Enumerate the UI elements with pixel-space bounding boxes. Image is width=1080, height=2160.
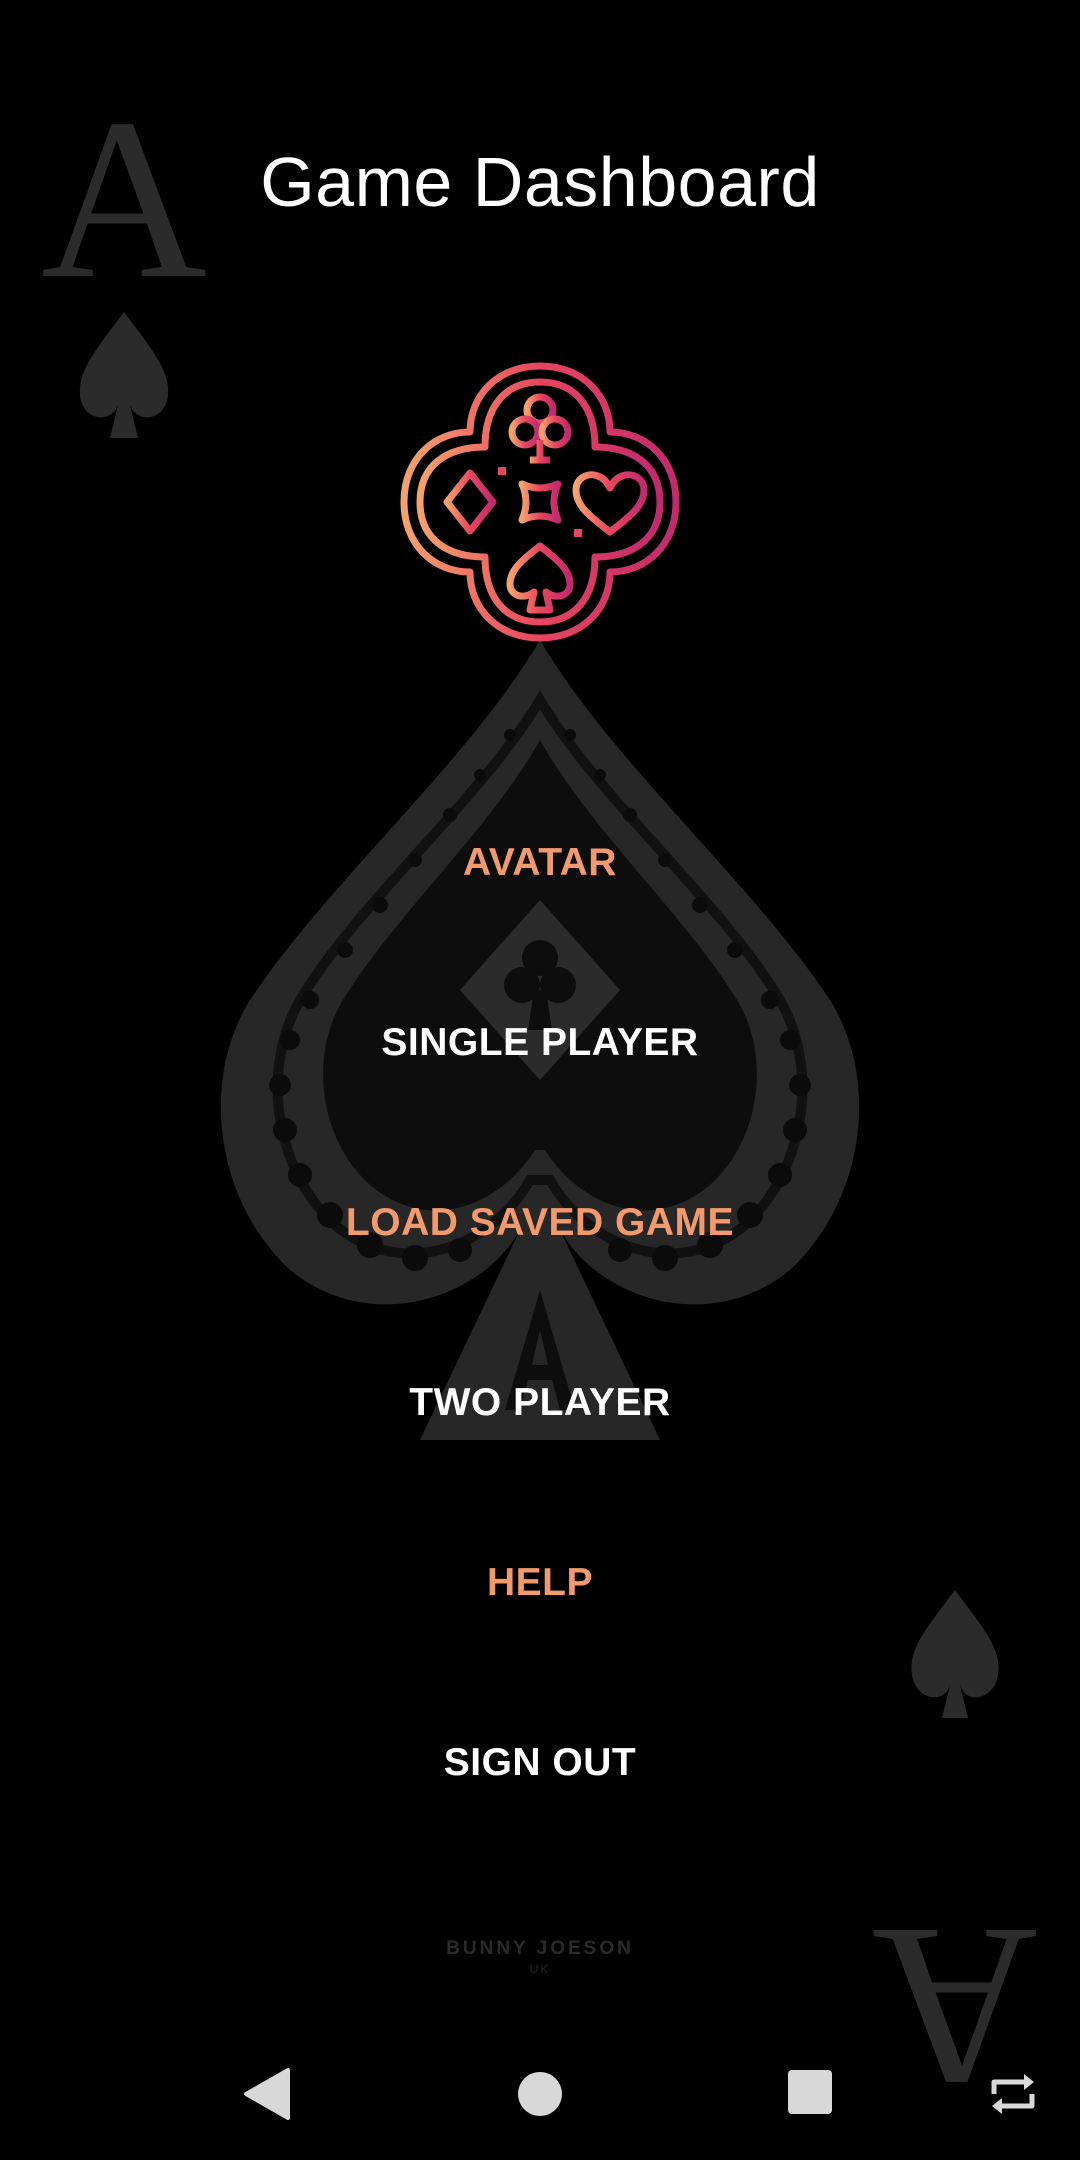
rotate-icon[interactable] [986,2068,1040,2120]
single-player-button[interactable]: SINGLE PLAYER [240,998,840,1088]
page-title: Game Dashboard [260,143,820,221]
home-icon[interactable] [512,2066,568,2122]
avatar-button[interactable]: AVATAR [240,818,840,908]
two-player-button[interactable]: TWO PLAYER [240,1358,840,1448]
recents-icon[interactable] [786,2068,834,2116]
card-watermark-sub: UK [529,1962,551,1976]
card-watermark: BUNNY JOESON [446,1938,634,1959]
back-icon[interactable] [230,2064,300,2124]
load-saved-game-button[interactable]: LOAD SAVED GAME [240,1178,840,1268]
sign-out-button[interactable]: SIGN OUT [240,1718,840,1808]
card-suits-logo-icon [400,362,680,642]
help-button[interactable]: HELP [240,1538,840,1628]
